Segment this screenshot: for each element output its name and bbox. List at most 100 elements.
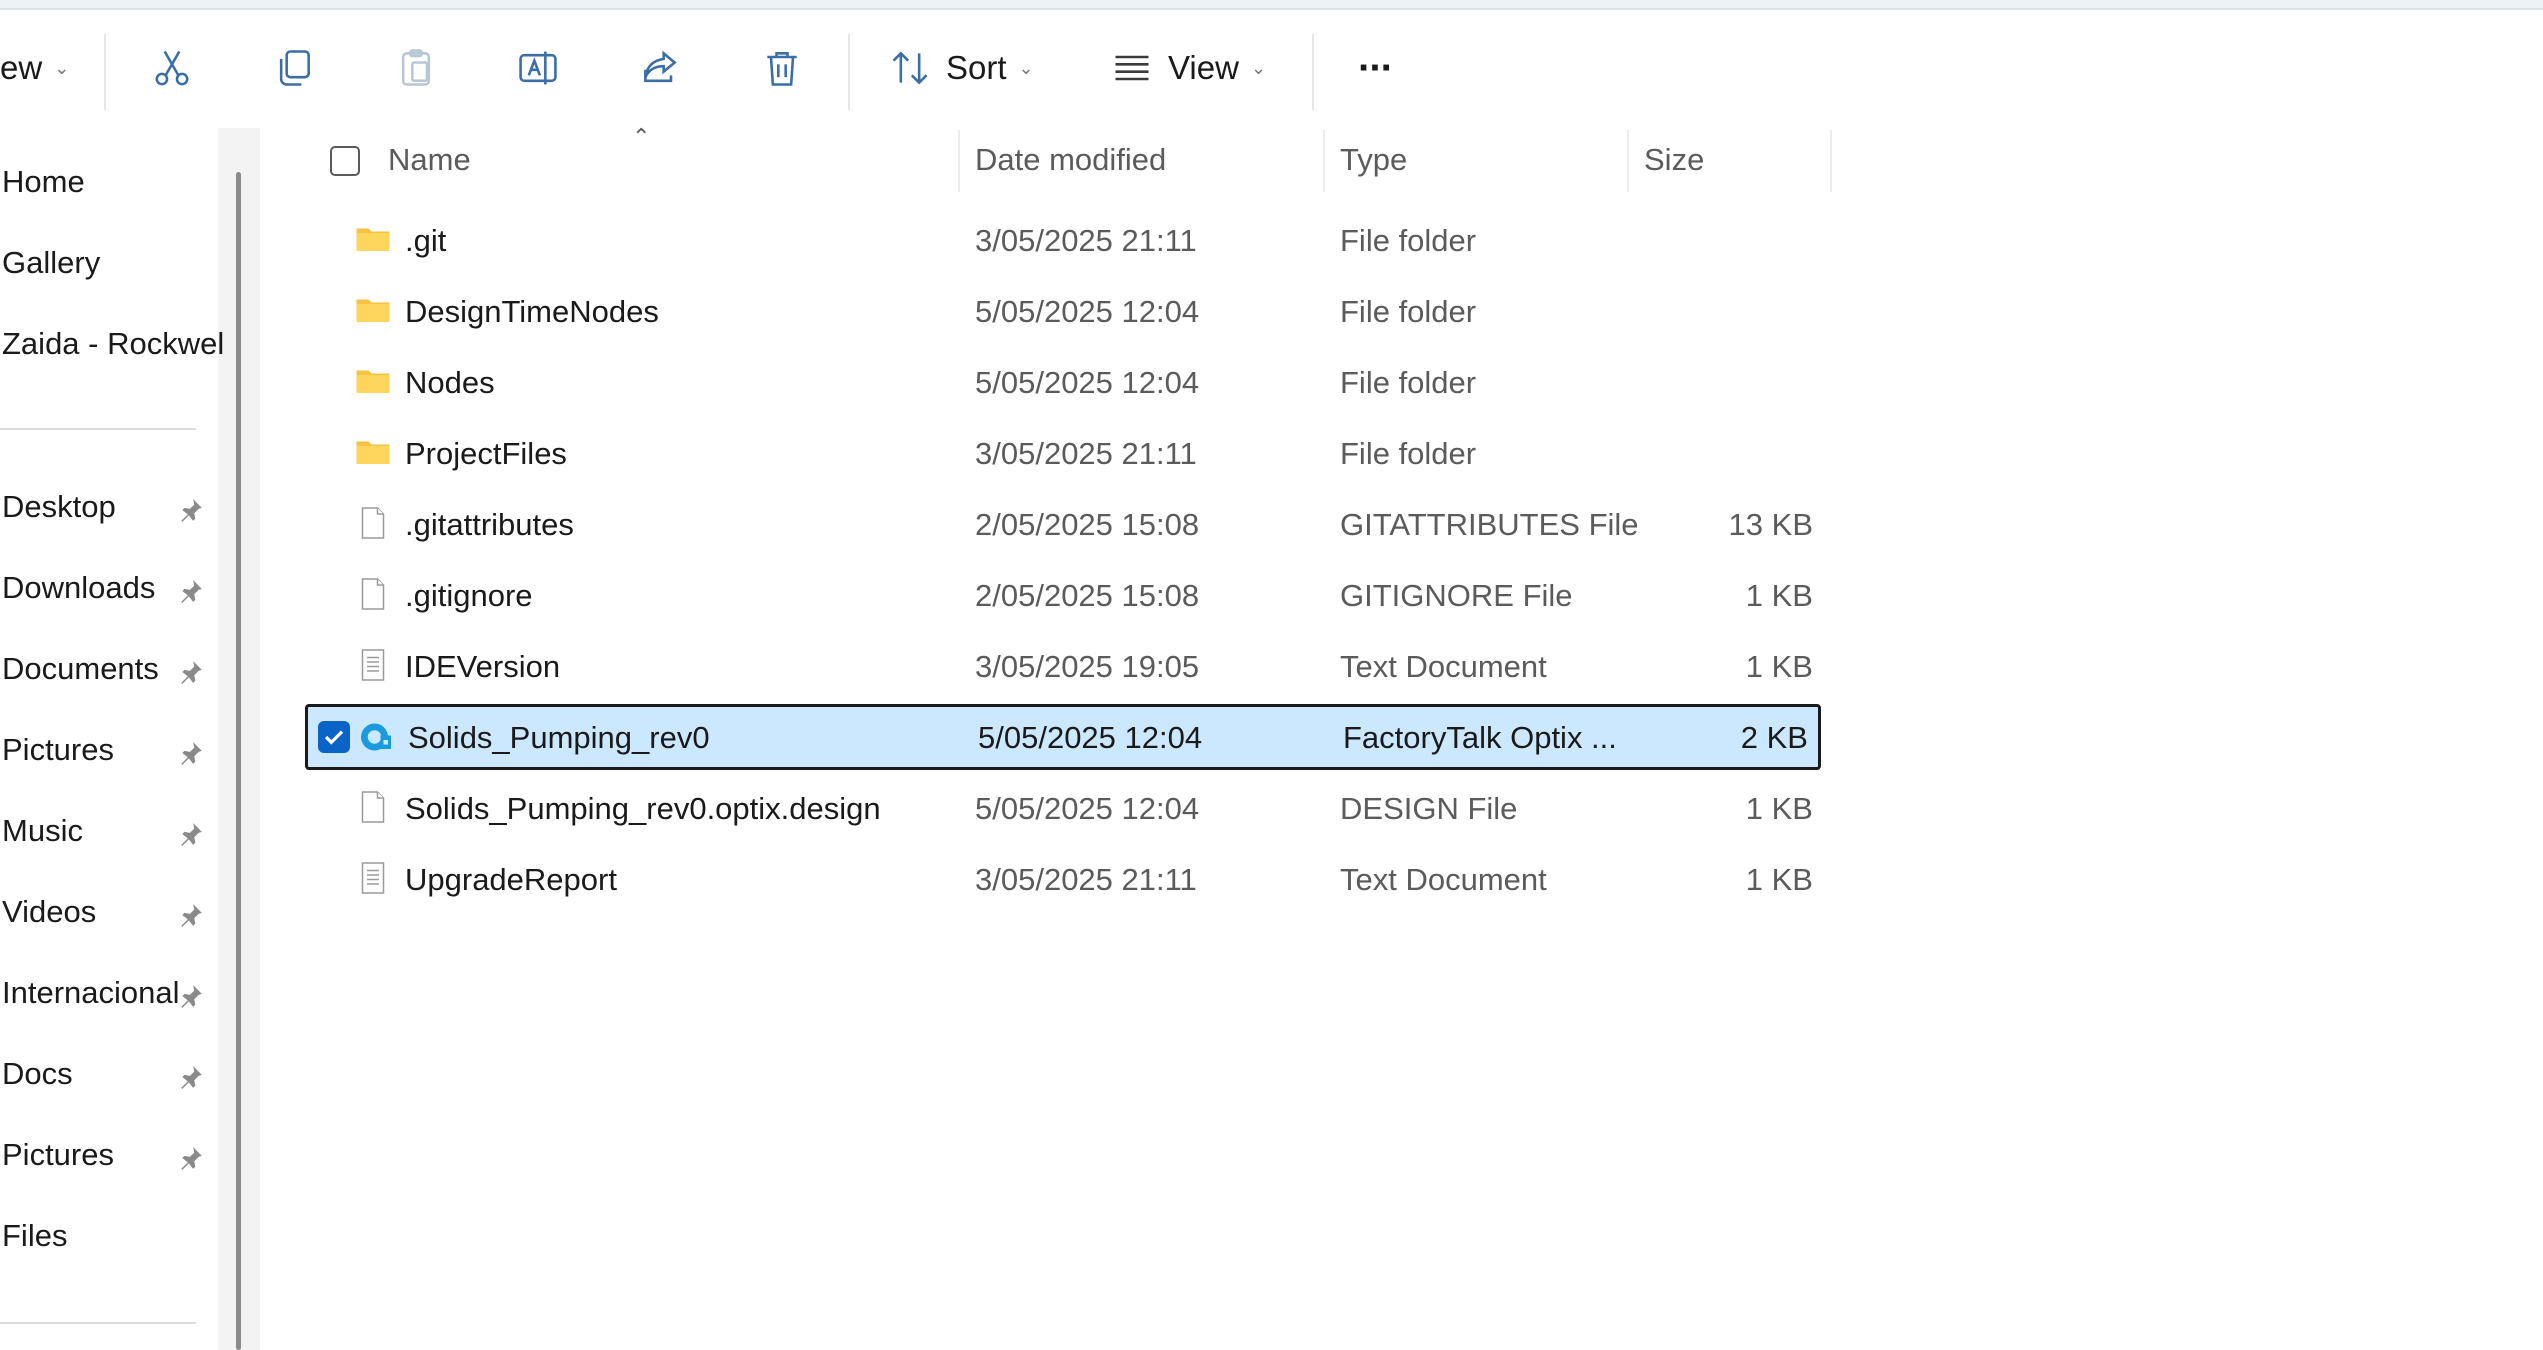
pin-icon [181,1147,202,1170]
command-bar: ew ⌄ Sort ⌄ View ⌄ ··· [0,10,2543,130]
column-header-type[interactable]: Type [1340,142,1407,178]
file-date: 5/05/2025 12:04 [978,720,1203,755]
column-header-date-modified[interactable]: Date modified [975,142,1166,178]
file-name: DesignTimeNodes [405,294,659,329]
file-date: 2/05/2025 15:08 [975,578,1200,613]
folder-icon [356,370,390,393]
column-separator[interactable] [1627,130,1629,192]
file-type: File folder [1340,223,1477,258]
toolbar-separator [1312,34,1314,110]
sidebar-item-music[interactable]: Music [2,813,83,849]
chevron-down-icon: ⌄ [1250,57,1267,78]
sidebar-item-pictures[interactable]: Pictures [2,732,114,768]
file-row-gitattributes[interactable]: .gitattributes 2/05/2025 15:08 GITATTRIB… [305,491,1823,557]
sidebar-item-downloads[interactable]: Downloads [2,570,155,606]
file-row-designtimenodes[interactable]: DesignTimeNodes 5/05/2025 12:04 File fol… [305,278,1823,344]
clipboard-icon [401,49,431,86]
chevron-down-icon: ⌄ [54,57,70,78]
sort-button[interactable]: Sort ⌄ [888,32,1048,104]
pin-icon [181,904,202,927]
share-icon [644,50,677,83]
select-all-checkbox[interactable] [330,146,360,176]
sidebar-item-home[interactable]: Home [2,164,85,200]
file-type: Text Document [1340,649,1547,684]
sidebar-item-desktop[interactable]: Desktop [2,489,116,525]
file-name: Solids_Pumping_rev0 [408,720,710,755]
file-row-nodes[interactable]: Nodes 5/05/2025 12:04 File folder [305,349,1823,415]
file-date: 3/05/2025 19:05 [975,649,1200,684]
view-button[interactable]: View ⌄ [1110,32,1280,104]
sidebar-divider [0,1322,196,1324]
row-checkbox-checked[interactable] [318,721,350,753]
chevron-down-icon: ⌄ [1018,57,1034,78]
copy-button[interactable] [270,32,318,104]
file-row-upgradereport[interactable]: UpgradeReport 3/05/2025 21:11 Text Docum… [305,846,1823,912]
column-separator[interactable] [958,130,960,192]
file-size: 1 KB [1745,791,1813,826]
file-date: 5/05/2025 12:04 [975,791,1200,826]
blank-file-icon [361,578,385,610]
folder-icon [356,228,390,251]
sort-icon [892,51,928,85]
file-name: Nodes [405,365,495,400]
file-type: GITIGNORE File [1340,578,1573,613]
column-header-name[interactable]: Name [388,142,471,178]
file-type: DESIGN File [1340,791,1518,826]
file-date: 3/05/2025 21:11 [975,862,1197,897]
file-row-ideversion[interactable]: IDEVersion 3/05/2025 19:05 Text Document… [305,633,1823,699]
sidebar-item-docs[interactable]: Docs [2,1056,73,1092]
folder-icon [356,441,390,464]
copy-icon [279,50,310,86]
delete-button[interactable] [758,32,806,104]
view-label: View [1168,49,1239,86]
sidebar-item-pictures-2[interactable]: Pictures [2,1137,114,1173]
sidebar-item-internacional[interactable]: Internacional [2,975,180,1011]
sidebar-item-documents[interactable]: Documents [2,651,159,687]
file-name: IDEVersion [405,649,561,684]
trash-icon [767,52,797,86]
navigation-scrollbar[interactable] [236,172,241,1350]
rename-button[interactable] [514,32,562,104]
column-header-size[interactable]: Size [1644,142,1704,178]
new-button[interactable]: ew ⌄ [0,32,70,104]
file-row-solids-pumping-rev0[interactable]: Solids_Pumping_rev0 5/05/2025 12:04 Fact… [305,704,1821,770]
sort-ascending-icon: ⌃ [632,124,651,149]
view-list-icon [1115,55,1149,81]
pin-icon [181,742,202,765]
share-button[interactable] [636,32,684,104]
sort-label: Sort [946,49,1007,86]
file-row-projectfiles[interactable]: ProjectFiles 3/05/2025 21:11 File folder [305,420,1823,486]
paste-button[interactable] [392,32,440,104]
sidebar-item-videos[interactable]: Videos [2,894,96,930]
file-date: 3/05/2025 21:11 [975,223,1197,258]
column-separator[interactable] [1323,130,1325,192]
column-separator[interactable] [1830,130,1832,192]
file-name: .gitignore [405,578,533,613]
scissors-icon [155,50,189,86]
sidebar-item-gallery[interactable]: Gallery [2,245,100,281]
file-row-gitignore[interactable]: .gitignore 2/05/2025 15:08 GITIGNORE Fil… [305,562,1823,628]
file-size: 2 KB [1740,720,1808,755]
file-name: ProjectFiles [405,436,567,471]
file-date: 5/05/2025 12:04 [975,294,1200,329]
pin-icon [181,580,202,603]
toolbar-separator [104,34,106,110]
file-row-git[interactable]: .git 3/05/2025 21:11 File folder [305,207,1823,273]
file-date: 2/05/2025 15:08 [975,507,1200,542]
file-row-optix-design[interactable]: Solids_Pumping_rev0.optix.design 5/05/20… [305,775,1823,841]
more-options-button[interactable]: ··· [1350,32,1400,104]
sidebar-item-onedrive[interactable]: Zaida - Rockwel [2,326,224,362]
sidebar-item-files[interactable]: Files [2,1218,67,1254]
file-type: Text Document [1340,862,1547,897]
rename-icon [519,51,557,85]
toolbar-separator [848,34,850,110]
file-size: 1 KB [1745,578,1813,613]
file-date: 3/05/2025 21:11 [975,436,1197,471]
file-type: FactoryTalk Optix ... [1343,720,1617,755]
file-type: GITATTRIBUTES File [1340,507,1639,542]
window-top-strip [0,0,2543,10]
file-name: UpgradeReport [405,862,617,897]
optix-app-icon [361,723,391,751]
blank-file-icon [361,791,385,823]
cut-button[interactable] [148,32,196,104]
